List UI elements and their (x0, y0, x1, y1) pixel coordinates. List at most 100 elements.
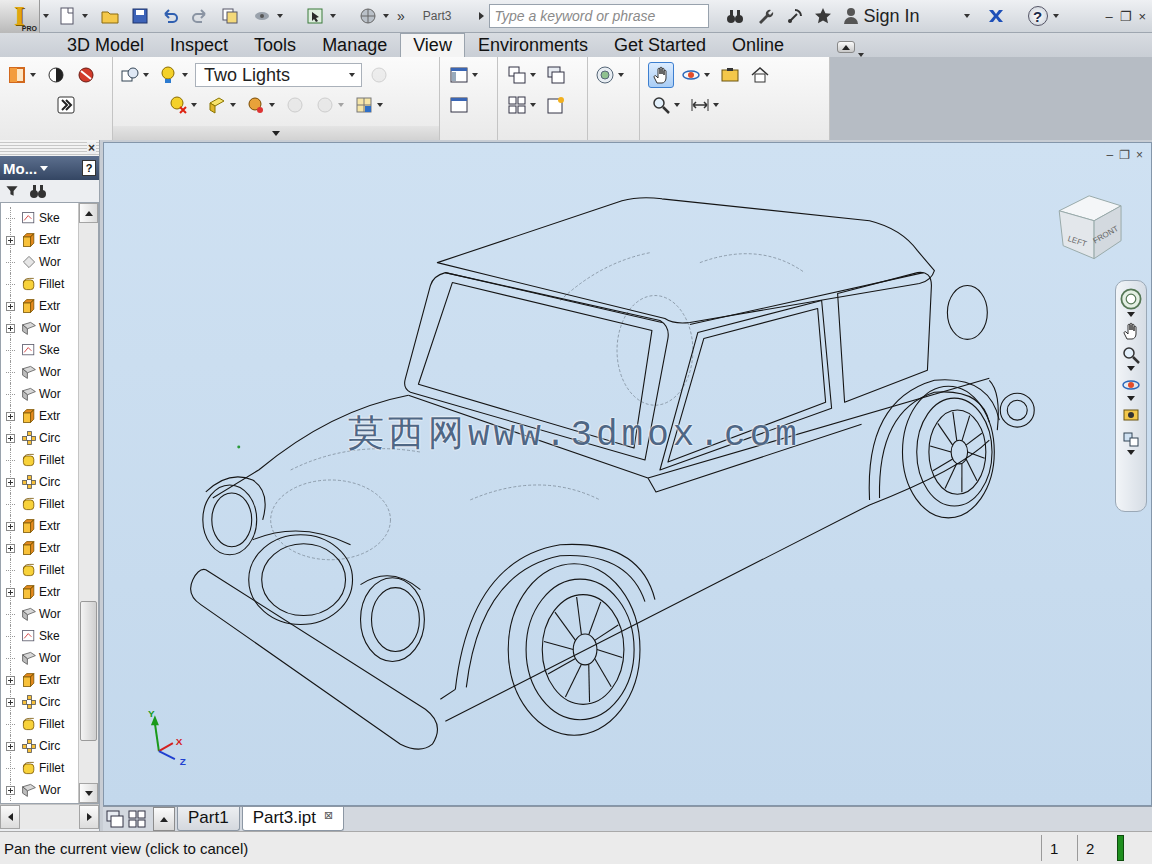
model-canvas[interactable]: LEFTFRONTYXZ (104, 143, 1151, 805)
vertical-scrollbar[interactable] (78, 203, 98, 803)
browser-header[interactable]: Mo...? (0, 156, 99, 180)
browser-menu-icon[interactable] (40, 166, 48, 171)
window-control-button[interactable]: – (1104, 10, 1115, 23)
open-documents-button[interactable] (153, 807, 175, 831)
expand-icon[interactable] (6, 478, 15, 487)
appearance-button[interactable] (250, 4, 274, 28)
new-dropdown-icon[interactable] (82, 14, 88, 18)
window-control-button[interactable]: ❐ (1118, 10, 1134, 23)
copy-button[interactable] (218, 4, 242, 28)
tree-item[interactable]: Wor (1, 251, 78, 273)
lighting-style-select[interactable]: Two Lights (195, 63, 362, 87)
browser-close-button[interactable]: × (87, 142, 96, 154)
scroll-thumb[interactable] (80, 601, 97, 741)
ribbon-tool-button[interactable] (156, 62, 191, 88)
ribbon-tool-button[interactable] (204, 92, 239, 118)
expand-icon[interactable] (6, 588, 15, 597)
sign-in-button[interactable]: Sign In (841, 6, 919, 27)
tree-item[interactable]: Extr (1, 295, 78, 317)
tree-item[interactable]: Extr (1, 581, 78, 603)
window-control-button[interactable]: × (1136, 10, 1148, 23)
expand-icon[interactable] (6, 302, 15, 311)
ribbon-tool-button[interactable] (747, 62, 773, 88)
scroll-up-button[interactable] (79, 203, 98, 223)
ribbon-tab[interactable]: 3D Model (54, 33, 157, 57)
ribbon-tool-button[interactable] (543, 62, 569, 88)
tree-item[interactable]: Fillet (1, 713, 78, 735)
help-dropdown-icon[interactable] (1053, 14, 1059, 18)
tree-item[interactable]: Extr (1, 537, 78, 559)
tree-item[interactable]: Circ (1, 691, 78, 713)
ribbon-tool-button[interactable] (446, 92, 472, 118)
tree-item[interactable]: Extr (1, 669, 78, 691)
document-tab[interactable]: Part3.ipt⊠ (242, 807, 345, 831)
expand-icon[interactable] (6, 742, 15, 751)
pan-button[interactable] (1121, 321, 1141, 341)
ribbon-tab[interactable]: View (400, 33, 465, 57)
favorites-button[interactable] (811, 4, 835, 28)
tree-item[interactable]: Wor (1, 317, 78, 339)
subscription-button[interactable] (753, 4, 777, 28)
scroll-left-button[interactable] (0, 805, 20, 829)
tree-item[interactable]: Circ (1, 471, 78, 493)
horizontal-scrollbar[interactable] (0, 804, 99, 829)
ribbon-tab[interactable]: Environments (465, 33, 601, 57)
ribbon-tool-button[interactable] (543, 92, 569, 118)
scroll-right-button[interactable] (79, 805, 99, 829)
viewcube[interactable]: LEFTFRONT (1059, 196, 1121, 259)
browser-help-button[interactable]: ? (82, 160, 96, 176)
ribbon-tool-button[interactable] (73, 62, 99, 88)
ribbon-tool-button[interactable] (351, 92, 386, 118)
ribbon-tab[interactable]: Online (719, 33, 797, 57)
tree-item[interactable]: Fillet (1, 493, 78, 515)
help-button[interactable]: ? (1026, 4, 1050, 28)
ribbon-tool-button[interactable] (717, 62, 743, 88)
ribbon-tab[interactable]: Inspect (157, 33, 241, 57)
panel-expander[interactable] (113, 126, 439, 140)
tree-item[interactable]: Wor (1, 361, 78, 383)
viewport-control-button[interactable]: – (1107, 149, 1114, 161)
app-menu-button[interactable]: IPRO (0, 0, 40, 33)
ribbon-tool-button[interactable] (366, 62, 392, 88)
sign-in-dropdown-icon[interactable] (964, 14, 970, 18)
ribbon-tool-button[interactable] (648, 92, 683, 118)
tree-item[interactable]: Wor (1, 779, 78, 801)
expand-icon[interactable] (6, 676, 15, 685)
expand-icon[interactable] (6, 434, 15, 443)
scroll-down-button[interactable] (79, 783, 98, 803)
open-button[interactable] (98, 4, 122, 28)
select-dropdown-icon[interactable] (330, 14, 336, 18)
scroll-track[interactable] (20, 805, 79, 829)
ribbon-tool-button[interactable] (446, 62, 481, 88)
tree-item[interactable]: Ske (1, 207, 78, 229)
tree-item[interactable]: Fillet (1, 273, 78, 295)
ribbon-tool-button[interactable] (592, 62, 627, 88)
expand-icon[interactable] (6, 522, 15, 531)
app-menu-arrow-icon[interactable] (43, 14, 49, 18)
search-field[interactable]: Type a keyword or phrase (489, 4, 709, 28)
tree-item[interactable]: Fillet (1, 449, 78, 471)
tree-item[interactable]: Circ (1, 427, 78, 449)
expand-icon[interactable] (6, 412, 15, 421)
expand-icon[interactable] (6, 236, 15, 245)
new-button[interactable] (55, 4, 79, 28)
tree-item[interactable]: Extr (1, 229, 78, 251)
tree-item[interactable]: Wor (1, 647, 78, 669)
ribbon-tool-button[interactable] (282, 92, 308, 118)
viewport-control-button[interactable]: × (1136, 149, 1143, 161)
ribbon-tool-button[interactable] (53, 92, 79, 118)
ribbon-tool-button[interactable] (648, 62, 674, 88)
tree-item[interactable]: Fillet (1, 559, 78, 581)
search-button[interactable] (723, 4, 747, 28)
expand-icon[interactable] (6, 698, 15, 707)
ribbon-tab[interactable]: Manage (309, 33, 400, 57)
ribbon-tool-button[interactable] (687, 92, 722, 118)
ribbon-toggle[interactable] (837, 41, 855, 53)
orbit-button[interactable] (1121, 375, 1141, 401)
graphics-viewport[interactable]: LEFTFRONTYXZ莫西网www.3dmox.com–❐× (103, 142, 1152, 806)
ribbon-tab[interactable]: Tools (241, 33, 309, 57)
viewport-control-button[interactable]: ❐ (1119, 149, 1130, 161)
ribbon-tool-button[interactable] (117, 62, 152, 88)
tree-item[interactable]: Wor (1, 603, 78, 625)
car-model[interactable] (191, 198, 1035, 749)
